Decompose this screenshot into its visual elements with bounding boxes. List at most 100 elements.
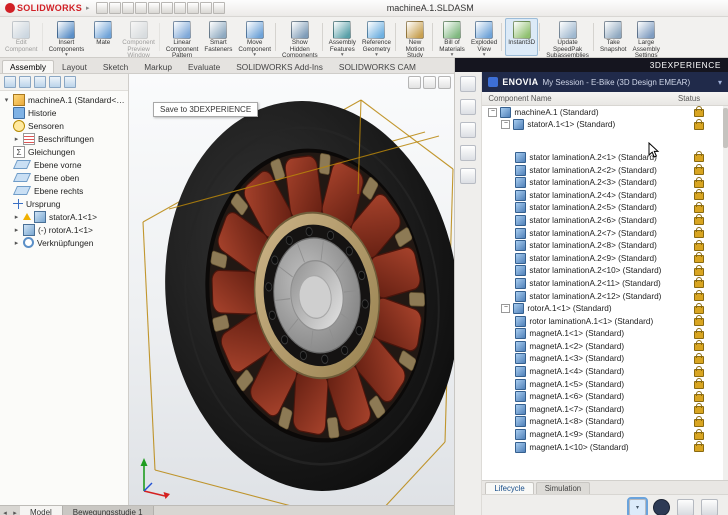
feature-tree-item[interactable]: Sensoren (0, 119, 128, 132)
instant3d-button[interactable]: Instant3D (505, 18, 538, 56)
feature-tree-item[interactable]: Ebene oben (0, 171, 128, 184)
status-column-header[interactable]: Status (678, 94, 722, 103)
file-properties-icon[interactable] (200, 2, 212, 14)
component-preview-window-button[interactable]: Component Preview Window (119, 18, 158, 56)
commandmanager-tab[interactable]: SOLIDWORKS Add-Ins (228, 60, 331, 73)
component-tree-row[interactable]: stator laminationA.2<12> (Standard) (482, 290, 728, 303)
component-tree-row[interactable]: stator laminationA.2<3> (Standard) (482, 176, 728, 189)
component-tree-row[interactable]: magnetA.1<3> (Standard) (482, 353, 728, 366)
component-tree-row[interactable]: rotorA.1<1> (Standard) (482, 302, 728, 315)
take-snapshot-button[interactable]: Take Snapshot (597, 18, 630, 56)
tab-scroll-right-icon[interactable]: ▸ (10, 506, 20, 515)
component-name-column-header[interactable]: Component Name (488, 94, 678, 103)
panel-settings-icon[interactable] (701, 499, 718, 515)
component-tree-row[interactable]: stator laminationA.2<6> (Standard) (482, 214, 728, 227)
large-assembly-settings-button[interactable]: Large Assembly Settings ▾ (630, 18, 663, 56)
component-tree-row[interactable]: stator laminationA.2<5> (Standard) (482, 202, 728, 215)
new-document-icon[interactable] (96, 2, 108, 14)
tree-scrollbar[interactable] (723, 106, 728, 480)
commandmanager-tab[interactable]: Assembly (2, 60, 54, 73)
reference-geometry-button[interactable]: Reference Geometry ▾ (359, 18, 394, 56)
show-hidden-components-button[interactable]: Show Hidden Components (279, 18, 321, 56)
component-tree-row[interactable]: rotor laminationA.1<1> (Standard) (482, 315, 728, 328)
feature-tree-item[interactable]: Ebene rechts (0, 184, 128, 197)
collapse-icon[interactable] (488, 108, 497, 117)
feature-tree-item[interactable]: Historie (0, 106, 128, 119)
add-content-icon[interactable] (460, 145, 476, 161)
feature-tree-item[interactable]: Ebene vorne (0, 158, 128, 171)
panel-tab[interactable]: Simulation (536, 482, 590, 494)
model-tab[interactable]: Model (20, 506, 63, 515)
model-tab[interactable]: Bewegungsstudie 1 (63, 506, 154, 515)
component-tree-row[interactable]: stator laminationA.2<4> (Standard) (482, 189, 728, 202)
expander-icon[interactable] (13, 213, 20, 221)
tab-scroll-left-icon[interactable]: ◂ (0, 506, 10, 515)
enovia-session-bar[interactable]: ENOVIA My Session - E-Bike (3D Design EM… (482, 72, 728, 92)
scrollbar-thumb[interactable] (723, 108, 728, 148)
rebuild-icon[interactable] (187, 2, 199, 14)
panel-tab[interactable]: Lifecycle (485, 482, 533, 494)
expander-icon[interactable] (3, 96, 10, 104)
insert-components-button[interactable]: Insert Components ▾ (46, 18, 88, 56)
print-icon[interactable] (135, 2, 147, 14)
redo-icon[interactable] (161, 2, 173, 14)
edit-component-button[interactable]: Edit Component (2, 18, 41, 56)
component-tree-row[interactable]: stator laminationA.2<9> (Standard) (482, 252, 728, 265)
compass-icon[interactable] (653, 499, 670, 515)
commandmanager-tab[interactable]: Evaluate (180, 60, 228, 73)
component-tree-row[interactable]: magnetA.1<5> (Standard) (482, 378, 728, 391)
component-mode-icon[interactable]: ▾ (629, 499, 646, 515)
exploded-view-button[interactable]: Exploded View ▾ (468, 18, 500, 56)
commandmanager-tab[interactable]: Sketch (95, 60, 136, 73)
commandmanager-tab[interactable]: Markup (136, 60, 180, 73)
component-tree-row[interactable]: magnetA.1<9> (Standard) (482, 428, 728, 441)
content-browser-icon[interactable] (677, 499, 694, 515)
feature-tree-item[interactable]: (-) rotorA.1<1> (0, 223, 128, 236)
widgets-icon[interactable] (460, 168, 476, 184)
feature-tree-item[interactable]: Ursprung (0, 197, 128, 210)
component-tree-row[interactable]: stator laminationA.2<2> (Standard) (482, 164, 728, 177)
display-style-icon[interactable] (438, 76, 451, 89)
move-component-button[interactable]: Move Component ▾ (235, 18, 274, 56)
feature-tree-root[interactable]: machineA.1 (Standard<Anzeigestatus-1> (0, 93, 128, 106)
collapse-icon[interactable] (501, 304, 510, 313)
component-tree-row[interactable]: magnetA.1<6> (Standard) (482, 390, 728, 403)
component-tree-row[interactable]: stator laminationA.2<1> (Standard) (482, 151, 728, 164)
component-tree-row[interactable]: magnetA.1<1> (Standard) (482, 328, 728, 341)
collapse-icon[interactable] (501, 120, 510, 129)
update-speedpak-subassemblies-button[interactable]: Update SpeedPak Subassemblies (543, 18, 592, 56)
expander-icon[interactable] (13, 135, 20, 143)
view-orientation-icon[interactable] (423, 76, 436, 89)
options-icon[interactable] (213, 2, 225, 14)
open-icon[interactable] (109, 2, 121, 14)
chevron-down-icon[interactable]: ▾ (718, 78, 722, 87)
share-icon[interactable] (460, 122, 476, 138)
component-tree-row[interactable]: statorA.1<1> (Standard) (482, 119, 728, 132)
smart-fasteners-button[interactable]: Smart Fasteners (201, 18, 235, 56)
component-tree-row[interactable]: stator laminationA.2<11> (Standard) (482, 277, 728, 290)
select-icon[interactable] (174, 2, 186, 14)
component-tree-row[interactable]: machineA.1 (Standard) (482, 106, 728, 119)
component-tree-row[interactable]: magnetA.1<4> (Standard) (482, 365, 728, 378)
new-motion-study-button[interactable]: New Motion Study (399, 18, 431, 56)
linear-component-pattern-button[interactable]: Linear Component Pattern ▾ (163, 18, 202, 56)
menu-expand-arrow-icon[interactable]: ▸ (86, 4, 90, 12)
expander-icon[interactable] (13, 226, 20, 234)
component-tree-row[interactable]: magnetA.1<2> (Standard) (482, 340, 728, 353)
3d-viewport[interactable]: Save to 3DEXPERIENCE (129, 74, 454, 505)
propertymanager-icon[interactable] (19, 76, 31, 88)
feature-tree-item[interactable]: Verknüpfungen (0, 236, 128, 249)
component-tree-row[interactable]: magnetA.1<7> (Standard) (482, 403, 728, 416)
dimxpertmanager-icon[interactable] (49, 76, 61, 88)
configurationmanager-icon[interactable] (34, 76, 46, 88)
component-tree-row[interactable]: magnetA.1<10> (Standard) (482, 441, 728, 454)
featuremanager-tree-icon[interactable] (4, 76, 16, 88)
component-tree-row[interactable]: stator laminationA.2<7> (Standard) (482, 227, 728, 240)
assembly-features-button[interactable]: Assembly Features ▾ (326, 18, 359, 56)
component-tree-row[interactable]: stator laminationA.2<8> (Standard) (482, 239, 728, 252)
component-tree-row[interactable]: magnetA.1<8> (Standard) (482, 416, 728, 429)
expander-icon[interactable] (13, 239, 20, 247)
component-tree-row[interactable]: stator laminationA.2<10> (Standard) (482, 265, 728, 278)
search-icon[interactable] (460, 99, 476, 115)
undo-icon[interactable] (148, 2, 160, 14)
